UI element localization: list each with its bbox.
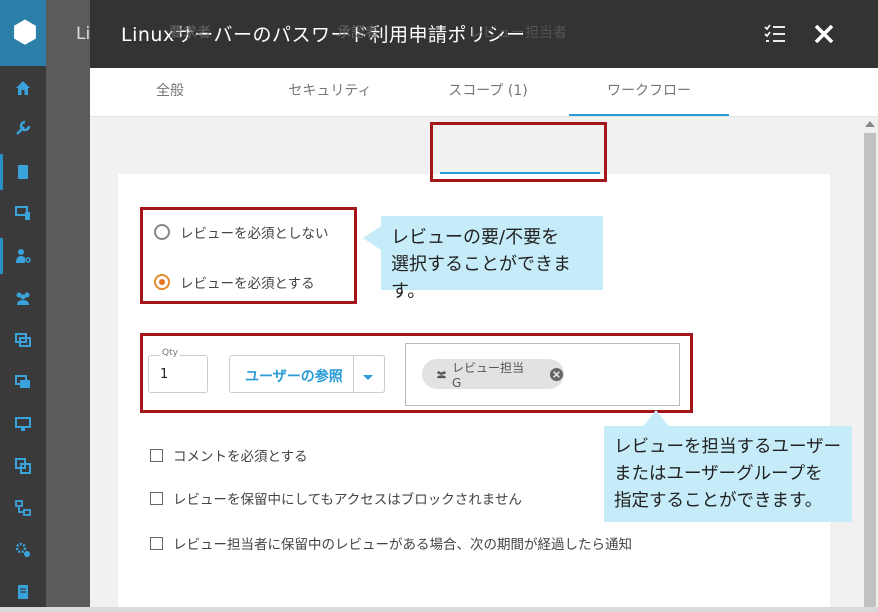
- tab-general[interactable]: 全般: [90, 68, 250, 116]
- callout-line: 指定することができます。: [614, 491, 823, 511]
- checkbox[interactable]: [150, 491, 163, 505]
- close-icon[interactable]: [812, 22, 836, 46]
- main-tabs: 全般 セキュリティ スコープ (1) ワークフロー: [90, 68, 878, 117]
- tab-security[interactable]: セキュリティ: [250, 68, 410, 116]
- gears-icon[interactable]: [0, 530, 46, 570]
- checkbox-require-comment[interactable]: コメントを必須とする: [150, 445, 308, 465]
- stack-icon[interactable]: [0, 362, 46, 402]
- callout-line: またはユーザーグループを: [614, 464, 823, 484]
- app-sidebar: ⬢: [0, 0, 46, 607]
- checkbox-no-block-pending[interactable]: レビューを保留中にしてもアクセスはブロックされません: [150, 488, 522, 508]
- subtab-requester[interactable]: 要求者: [110, 0, 270, 57]
- app-logo[interactable]: ⬢: [0, 0, 46, 66]
- checkbox-label: レビューを保留中にしてもアクセスはブロックされません: [173, 492, 522, 508]
- callout-reviewer-select: レビューを担当するユーザー またはユーザーグループを 指定することができます。: [604, 426, 852, 522]
- callout-line: レビューの要/不要を: [391, 227, 560, 248]
- annotation-box-reviewer-select: [140, 333, 693, 413]
- annotation-box-subtab: [430, 122, 607, 182]
- scroll-up-arrow-icon[interactable]: [865, 121, 875, 127]
- checkbox[interactable]: [150, 448, 163, 462]
- background-page: Li: [46, 0, 90, 607]
- subtab-approver[interactable]: 承認者: [278, 0, 438, 57]
- users-icon[interactable]: [0, 278, 46, 318]
- callout-review-required: レビューの要/不要を 選択することができます。: [381, 216, 603, 302]
- monitor-icon[interactable]: [0, 404, 46, 444]
- home-icon[interactable]: [0, 68, 46, 108]
- callout-line: レビューを担当するユーザー: [614, 437, 842, 457]
- scrollbar-thumb[interactable]: [864, 133, 876, 607]
- document-icon[interactable]: [0, 152, 46, 192]
- user-key-icon[interactable]: [0, 236, 46, 276]
- layers-icon[interactable]: [0, 446, 46, 486]
- checkbox-label: レビュー担当者に保留中のレビューがある場合、次の期間が経過したら通知: [173, 537, 632, 553]
- tab-scope[interactable]: スコープ (1): [408, 68, 568, 116]
- callout-line: 選択することができます。: [391, 254, 571, 302]
- subtab-reviewer[interactable]: レビュー担当者: [438, 0, 598, 57]
- checkbox-label: コメントを必須とする: [173, 449, 308, 465]
- callout-arrow: [363, 226, 381, 250]
- tab-workflow[interactable]: ワークフロー: [569, 68, 729, 116]
- annotation-box-radios: [140, 207, 357, 304]
- wrench-icon[interactable]: [0, 108, 46, 148]
- windows-icon[interactable]: [0, 320, 46, 360]
- checklist-icon[interactable]: [763, 22, 787, 46]
- checkbox[interactable]: [150, 536, 163, 550]
- logo-icon: ⬢: [11, 15, 39, 50]
- background-page-title: Li: [76, 24, 91, 44]
- devices-icon[interactable]: [0, 193, 46, 233]
- network-icon[interactable]: [0, 488, 46, 528]
- database-icon[interactable]: [0, 572, 46, 612]
- checkbox-notify-pending[interactable]: レビュー担当者に保留中のレビューがある場合、次の期間が経過したら通知: [150, 533, 632, 553]
